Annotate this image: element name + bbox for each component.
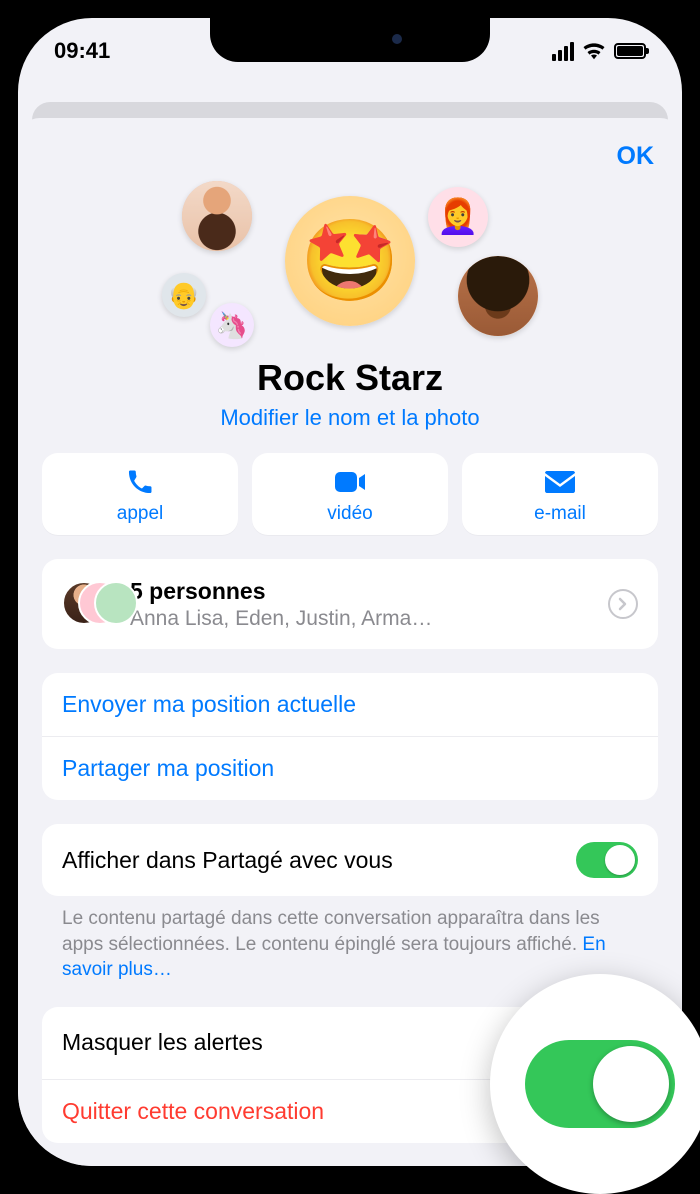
members-row[interactable]: 5 personnes Anna Lisa, Eden, Justin, Arm… [42, 559, 658, 649]
member-avatar [458, 256, 538, 336]
video-button[interactable]: vidéo [252, 453, 448, 535]
send-current-location-row[interactable]: Envoyer ma position actuelle [42, 673, 658, 736]
member-avatar: 👴 [162, 273, 206, 317]
members-avatars-stack [62, 577, 116, 631]
group-avatar-cluster[interactable]: 👴 🦄 🤩 👩‍🦰 [42, 181, 658, 351]
mail-icon [545, 467, 575, 497]
members-count: 5 personnes [130, 578, 432, 605]
device-notch [210, 18, 490, 62]
chevron-right-icon [608, 589, 638, 619]
call-button[interactable]: appel [42, 453, 238, 535]
email-label: e-mail [534, 503, 586, 525]
edit-name-photo-link[interactable]: Modifier le nom et la photo [42, 405, 658, 431]
shared-with-you-footnote: Le contenu partagé dans cette conversati… [42, 896, 658, 983]
phone-icon [127, 467, 153, 497]
member-avatar [182, 181, 252, 251]
cellular-signal-icon [552, 42, 574, 61]
leave-conversation-label: Quitter cette conversation [62, 1098, 324, 1125]
shared-with-you-label: Afficher dans Partagé avec vous [62, 847, 393, 874]
shared-with-you-row[interactable]: Afficher dans Partagé avec vous [42, 824, 658, 896]
toggle-on-magnified [525, 1040, 675, 1128]
shared-with-you-toggle[interactable] [576, 842, 638, 878]
done-button[interactable]: OK [617, 142, 655, 171]
send-current-location-label: Envoyer ma position actuelle [62, 691, 356, 718]
group-name: Rock Starz [42, 357, 658, 399]
video-icon [334, 467, 366, 497]
battery-icon [614, 43, 646, 59]
share-location-label: Partager ma position [62, 755, 274, 782]
status-time: 09:41 [54, 38, 110, 64]
wifi-icon [582, 42, 606, 60]
group-photo: 🤩 [285, 196, 415, 326]
hide-alerts-toggle-callout [490, 974, 700, 1194]
share-location-row[interactable]: Partager ma position [42, 736, 658, 800]
call-label: appel [117, 503, 164, 525]
hide-alerts-label: Masquer les alertes [62, 1029, 263, 1056]
member-avatar: 🦄 [210, 303, 254, 347]
email-button[interactable]: e-mail [462, 453, 658, 535]
member-avatar: 👩‍🦰 [428, 187, 488, 247]
video-label: vidéo [327, 503, 372, 525]
members-names-preview: Anna Lisa, Eden, Justin, Arma… [130, 607, 432, 631]
